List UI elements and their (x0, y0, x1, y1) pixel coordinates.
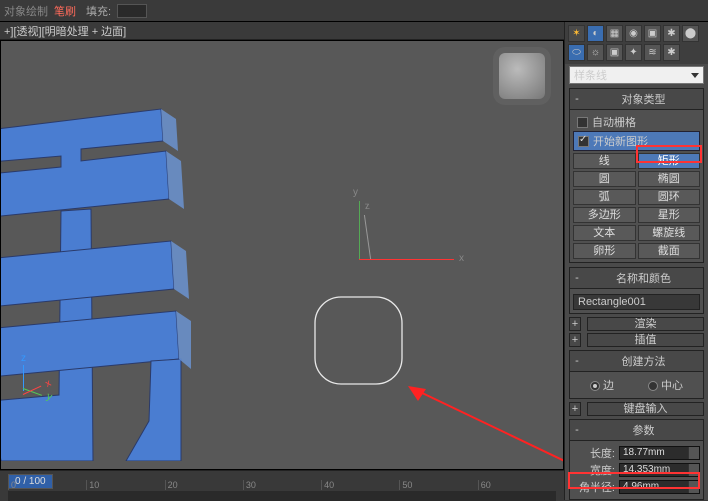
object-name-input[interactable]: Rectangle001 (573, 294, 700, 310)
shape-polygon-button[interactable]: 多边形 (573, 207, 636, 223)
rollout-creation-method[interactable]: -创建方法 (569, 350, 704, 372)
axis-x (359, 259, 454, 260)
display-tab-icon[interactable]: ▣ (644, 25, 661, 42)
lights-icon[interactable]: ☼ (587, 44, 604, 61)
expand-icon[interactable]: + (569, 333, 581, 347)
modify-tab-icon[interactable]: ◐ (587, 25, 604, 42)
shape-circle-button[interactable]: 圆 (573, 171, 636, 187)
rollout-interpolation[interactable]: 插值 (587, 333, 704, 347)
rollout-object-type[interactable]: -对象类型 (569, 88, 704, 110)
corner-label: 角半径: (573, 479, 619, 495)
utilities-tab-icon[interactable]: ✱ (663, 25, 680, 42)
creation-center-radio[interactable]: 中心 (648, 377, 683, 393)
creation-edge-radio[interactable]: 边 (590, 377, 614, 393)
autogrid-checkbox[interactable]: 自动栅格 (573, 113, 700, 131)
rollout-name-color[interactable]: -名称和颜色 (569, 267, 704, 289)
spline-rounded-rect[interactable] (311, 293, 406, 388)
expand-icon[interactable]: + (569, 317, 581, 331)
cameras-icon[interactable]: ▣ (606, 44, 623, 61)
shape-category-dropdown[interactable]: 样条线 (569, 66, 704, 84)
viewport-perspective[interactable] (0, 40, 564, 470)
brush-tool-label[interactable]: 笔刷 (54, 3, 76, 19)
motion-tab-icon[interactable]: ◉ (625, 25, 642, 42)
shape-arc-button[interactable]: 弧 (573, 189, 636, 205)
axis-z (364, 215, 371, 259)
hierarchy-tab-icon[interactable]: ▦ (606, 25, 623, 42)
shape-helix-button[interactable]: 螺旋线 (638, 225, 701, 241)
viewport-header[interactable]: +][透视][明暗处理 + 边面] (0, 22, 564, 40)
shape-section-button[interactable]: 截面 (638, 243, 701, 259)
viewcube[interactable] (499, 53, 545, 99)
create-tab-icon[interactable]: ✶ (568, 25, 585, 42)
timeline-bar: 0 / 100 0 10 20 30 40 50 60 (0, 470, 564, 500)
shape-text-button[interactable]: 文本 (573, 225, 636, 241)
rollout-render[interactable]: 渲染 (587, 317, 704, 331)
corner-radius-spinner[interactable]: 4.96mm (619, 480, 700, 494)
scene-3d-text (0, 101, 191, 461)
fill-label: 填充: (86, 3, 111, 19)
dropdown-value: 样条线 (574, 67, 607, 83)
width-spinner[interactable]: 14.353mm (619, 463, 700, 477)
annotation-arrow (408, 381, 564, 470)
expand-icon[interactable]: + (569, 402, 581, 416)
rollout-parameters[interactable]: -参数 (569, 419, 704, 441)
width-label: 宽度: (573, 462, 619, 478)
rollout-keyboard-entry[interactable]: 键盘输入 (587, 402, 704, 416)
axis-y (359, 201, 360, 259)
spacewarps-icon[interactable]: ≋ (644, 44, 661, 61)
shapes-icon[interactable]: ⬭ (568, 44, 585, 61)
shape-rectangle-button[interactable]: 矩形 (638, 153, 701, 169)
helpers-icon[interactable]: ✦ (625, 44, 642, 61)
shape-egg-button[interactable]: 卵形 (573, 243, 636, 259)
shape-star-button[interactable]: 星形 (638, 207, 701, 223)
top-toolbar: 对象绘制 笔刷 填充: (0, 0, 708, 22)
length-label: 长度: (573, 445, 619, 461)
shape-line-button[interactable]: 线 (573, 153, 636, 169)
start-new-shape-toggle[interactable]: 开始新图形 (573, 131, 700, 151)
shape-donut-button[interactable]: 圆环 (638, 189, 701, 205)
viewport-header-label: +][透视][明暗处理 + 边面] (4, 23, 126, 39)
chevron-down-icon (691, 73, 699, 78)
length-spinner[interactable]: 18.77mm (619, 446, 700, 460)
command-panel: ✶ ◐ ▦ ◉ ▣ ✱ ⬤ ⬭ ☼ ▣ ✦ ≋ ✱ 样条线 -对象类型 自动栅格… (564, 22, 708, 500)
geometry-icon[interactable]: ⬤ (682, 25, 699, 42)
panel-category-icons: ✶ ◐ ▦ ◉ ▣ ✱ ⬤ ⬭ ☼ ▣ ✦ ≋ ✱ (565, 22, 708, 64)
obj-draw-label: 对象绘制 (4, 3, 48, 19)
shape-ellipse-button[interactable]: 椭圆 (638, 171, 701, 187)
fill-swatch[interactable] (117, 4, 147, 18)
systems-icon[interactable]: ✱ (663, 44, 680, 61)
